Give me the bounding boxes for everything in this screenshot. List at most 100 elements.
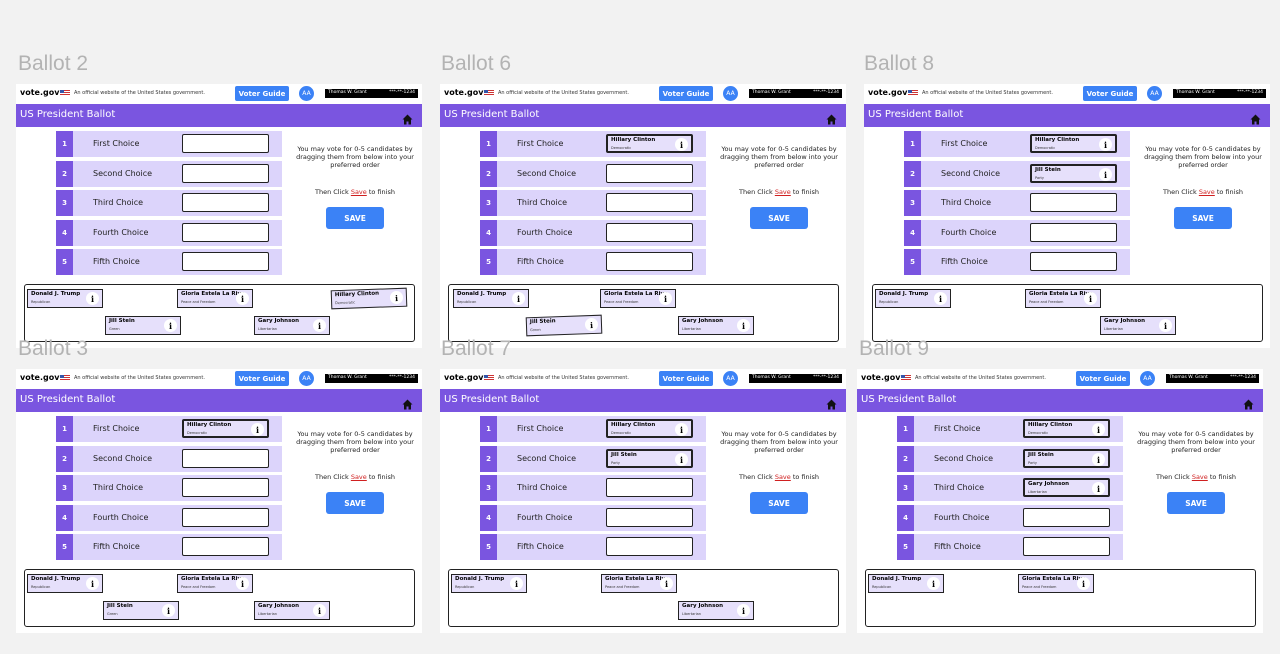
candidate-card[interactable]: Gloria Estela La Riva Peace and Freedom i: [600, 289, 676, 308]
text-size-button[interactable]: AA: [723, 86, 738, 101]
candidate-card[interactable]: Gloria Estela La Riva Peace and Freedom i: [601, 574, 677, 593]
candidate-card[interactable]: Gloria Estela La Riva Peace and Freedom i: [1018, 574, 1094, 593]
brand-logo[interactable]: vote.gov: [20, 88, 59, 97]
candidate-card[interactable]: Donald J. Trump Republican i: [453, 289, 529, 308]
choice-drop-slot[interactable]: [1023, 537, 1110, 556]
candidate-card[interactable]: Gloria Estela La Riva Peace and Freedom i: [177, 574, 253, 593]
voter-guide-button[interactable]: Voter Guide: [1076, 371, 1130, 386]
brand-logo[interactable]: vote.gov: [20, 373, 59, 382]
candidate-card[interactable]: Hillary Clinton Democratic i: [1023, 419, 1110, 438]
candidate-card[interactable]: Jill Stein Party i: [1023, 449, 1110, 468]
choice-drop-slot[interactable]: [182, 252, 269, 271]
info-icon[interactable]: i: [236, 577, 249, 590]
choice-drop-slot[interactable]: [606, 223, 693, 242]
brand-logo[interactable]: vote.gov: [861, 373, 900, 382]
choice-drop-slot[interactable]: [606, 193, 693, 212]
candidate-card[interactable]: Gary Johnson Libertarian i: [1100, 316, 1176, 335]
choice-drop-slot[interactable]: [606, 478, 693, 497]
info-icon[interactable]: i: [660, 577, 673, 590]
candidate-card[interactable]: Hillary Clinton Democratic i: [182, 419, 269, 438]
info-icon[interactable]: i: [737, 319, 750, 332]
save-link[interactable]: Save: [1199, 188, 1215, 196]
voter-guide-button[interactable]: Voter Guide: [659, 86, 713, 101]
info-icon[interactable]: i: [659, 292, 672, 305]
choice-drop-slot[interactable]: [606, 164, 693, 183]
candidate-card[interactable]: Donald J. Trump Republican i: [868, 574, 944, 593]
candidate-card[interactable]: Gary Johnson Libertarian i: [678, 601, 754, 620]
info-icon[interactable]: i: [1099, 168, 1112, 181]
home-icon[interactable]: [1243, 395, 1254, 410]
text-size-button[interactable]: AA: [1140, 371, 1155, 386]
candidate-card[interactable]: Donald J. Trump Republican i: [875, 289, 951, 308]
save-link[interactable]: Save: [775, 473, 791, 481]
candidate-card[interactable]: Hillary Clinton Democratic i: [330, 287, 408, 310]
text-size-button[interactable]: AA: [299, 86, 314, 101]
choice-drop-slot[interactable]: [1030, 193, 1117, 212]
candidate-card[interactable]: Gloria Estela La Riva Peace and Freedom i: [1025, 289, 1101, 308]
info-icon[interactable]: i: [675, 453, 688, 466]
text-size-button[interactable]: AA: [723, 371, 738, 386]
candidate-card[interactable]: Donald J. Trump Republican i: [27, 289, 103, 308]
candidate-card[interactable]: Jill Stein Green i: [103, 601, 179, 620]
home-icon[interactable]: [826, 110, 837, 125]
info-icon[interactable]: i: [313, 319, 326, 332]
info-icon[interactable]: i: [1092, 453, 1105, 466]
save-link[interactable]: Save: [775, 188, 791, 196]
info-icon[interactable]: i: [584, 317, 599, 332]
info-icon[interactable]: i: [389, 290, 404, 305]
choice-drop-slot[interactable]: [182, 449, 269, 468]
choice-drop-slot[interactable]: [182, 223, 269, 242]
info-icon[interactable]: i: [86, 577, 99, 590]
info-icon[interactable]: i: [1099, 138, 1112, 151]
voter-guide-button[interactable]: Voter Guide: [235, 371, 289, 386]
choice-drop-slot[interactable]: [182, 134, 269, 153]
candidate-card[interactable]: Gary Johnson Libertarian i: [254, 316, 330, 335]
save-link[interactable]: Save: [1192, 473, 1208, 481]
choice-drop-slot[interactable]: [182, 537, 269, 556]
brand-logo[interactable]: vote.gov: [444, 88, 483, 97]
save-button[interactable]: SAVE: [750, 492, 808, 514]
save-button[interactable]: SAVE: [326, 207, 384, 229]
info-icon[interactable]: i: [1077, 577, 1090, 590]
choice-drop-slot[interactable]: [1030, 223, 1117, 242]
info-icon[interactable]: i: [236, 292, 249, 305]
voter-guide-button[interactable]: Voter Guide: [235, 86, 289, 101]
candidate-card[interactable]: Hillary Clinton Democratic i: [606, 134, 693, 153]
candidate-card[interactable]: Jill Stein Green i: [525, 314, 603, 337]
info-icon[interactable]: i: [251, 423, 264, 436]
info-icon[interactable]: i: [1084, 292, 1097, 305]
info-icon[interactable]: i: [934, 292, 947, 305]
info-icon[interactable]: i: [1092, 423, 1105, 436]
candidate-card[interactable]: Jill Stein Party i: [1030, 164, 1117, 183]
choice-drop-slot[interactable]: [182, 164, 269, 183]
save-link[interactable]: Save: [351, 473, 367, 481]
info-icon[interactable]: i: [927, 577, 940, 590]
candidate-card[interactable]: Hillary Clinton Democratic i: [1030, 134, 1117, 153]
choice-drop-slot[interactable]: [1023, 508, 1110, 527]
info-icon[interactable]: i: [1159, 319, 1172, 332]
info-icon[interactable]: i: [86, 292, 99, 305]
info-icon[interactable]: i: [675, 423, 688, 436]
info-icon[interactable]: i: [162, 604, 175, 617]
voter-guide-button[interactable]: Voter Guide: [659, 371, 713, 386]
candidate-card[interactable]: Jill Stein Party i: [606, 449, 693, 468]
info-icon[interactable]: i: [510, 577, 523, 590]
home-icon[interactable]: [826, 395, 837, 410]
save-button[interactable]: SAVE: [326, 492, 384, 514]
candidate-card[interactable]: Gloria Estela La Riva Peace and Freedom i: [177, 289, 253, 308]
info-icon[interactable]: i: [164, 319, 177, 332]
choice-drop-slot[interactable]: [182, 478, 269, 497]
candidate-card[interactable]: Donald J. Trump Republican i: [27, 574, 103, 593]
info-icon[interactable]: i: [737, 604, 750, 617]
save-button[interactable]: SAVE: [1174, 207, 1232, 229]
choice-drop-slot[interactable]: [1030, 252, 1117, 271]
home-icon[interactable]: [402, 110, 413, 125]
brand-logo[interactable]: vote.gov: [868, 88, 907, 97]
choice-drop-slot[interactable]: [606, 537, 693, 556]
info-icon[interactable]: i: [313, 604, 326, 617]
text-size-button[interactable]: AA: [1147, 86, 1162, 101]
home-icon[interactable]: [1250, 110, 1261, 125]
info-icon[interactable]: i: [675, 138, 688, 151]
voter-guide-button[interactable]: Voter Guide: [1083, 86, 1137, 101]
choice-drop-slot[interactable]: [606, 508, 693, 527]
